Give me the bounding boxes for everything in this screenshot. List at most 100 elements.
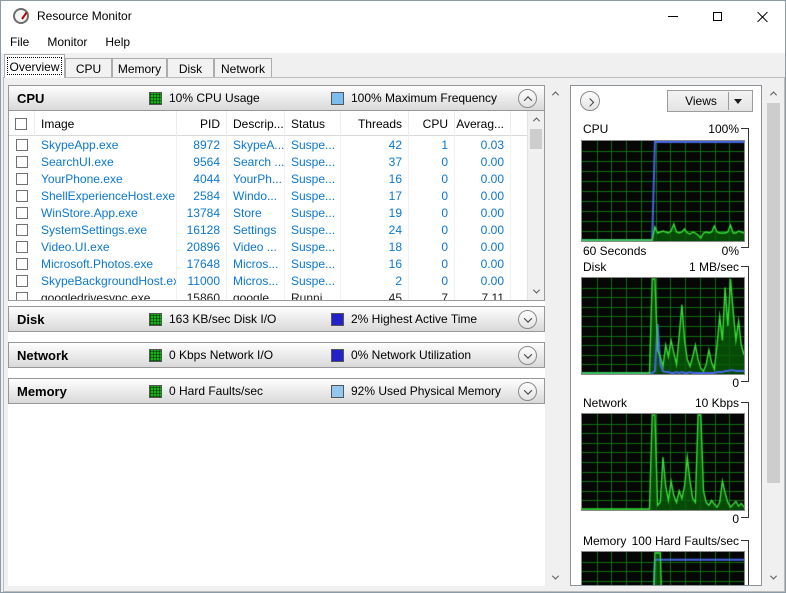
menu-bar: File Monitor Help	[1, 31, 785, 53]
table-row[interactable]: Video.UI.exe 20896 Video ... Suspe... 18 0 0.0…	[9, 238, 527, 255]
column-header-description[interactable]: Descrip...	[227, 111, 285, 136]
chevron-right-icon	[585, 98, 595, 107]
views-button[interactable]: Views	[667, 90, 753, 112]
column-header-cpu[interactable]: CPU	[409, 111, 455, 136]
network-chart-max-label: 10 Kbps	[694, 396, 739, 410]
table-row[interactable]: SkypeApp.exe 8972 SkypeA... Suspe... 42 1 0.03	[9, 136, 527, 153]
network-section-header[interactable]: Network 0 Kbps Network I/O 0% Network Ut…	[8, 342, 545, 368]
cell-image: SkypeBackgroundHost.exe	[35, 272, 177, 289]
column-header-status[interactable]: Status	[285, 111, 341, 136]
minimize-button[interactable]	[650, 1, 695, 31]
table-row[interactable]: ShellExperienceHost.exe 2584 Windo... Suspe…	[9, 187, 527, 204]
table-row[interactable]: WinStore.App.exe 13784 Store Suspe... 19 0 0.0…	[9, 204, 527, 221]
cpu-chart-title: CPU	[583, 122, 609, 136]
window-scrollbar-thumb[interactable]	[767, 103, 780, 483]
scroll-up-icon[interactable]	[765, 85, 782, 102]
row-checkbox[interactable]	[9, 170, 35, 187]
close-button[interactable]	[740, 1, 785, 31]
cell-status: Suspe...	[285, 238, 341, 255]
cell-cpu: 0	[409, 255, 455, 272]
disk-expand-button[interactable]	[518, 310, 537, 329]
minimize-icon	[667, 15, 678, 17]
row-checkbox[interactable]	[9, 153, 35, 170]
disk-section-title: Disk	[17, 311, 45, 327]
cell-status: Suspe...	[285, 187, 341, 204]
tab-disk[interactable]: Disk	[167, 58, 214, 78]
select-all-checkbox[interactable]	[9, 111, 35, 136]
title-bar[interactable]: Resource Monitor	[1, 1, 785, 31]
menu-file[interactable]: File	[1, 32, 38, 52]
cpu-collapse-button[interactable]	[518, 89, 537, 108]
tab-overview[interactable]: Overview	[4, 54, 65, 78]
network-io-swatch	[149, 348, 162, 362]
cpu-section-header[interactable]: CPU 10% CPU Usage 100% Maximum Frequency	[8, 85, 545, 111]
cell-average: 7.11	[455, 289, 511, 300]
menu-monitor[interactable]: Monitor	[38, 32, 96, 52]
row-checkbox[interactable]	[9, 272, 35, 289]
scroll-up-icon[interactable]	[528, 111, 544, 128]
table-row[interactable]: Microsoft.Photos.exe 17648 Micros... Suspe.…	[9, 255, 527, 272]
memory-chart-max-label: 100 Hard Faults/sec	[631, 534, 739, 548]
cpu-chart-max-label: 100%	[708, 122, 739, 136]
panel-toggle-button[interactable]	[580, 91, 600, 111]
views-dropdown[interactable]	[728, 92, 746, 110]
scroll-up-icon[interactable]	[547, 85, 564, 102]
tab-strip: Overview CPU Memory Disk Network	[1, 53, 785, 78]
table-row[interactable]: SearchUI.exe 9564 Search ... Suspe... 37 0 0.0…	[9, 153, 527, 170]
disk-chart	[581, 277, 745, 375]
scroll-down-icon[interactable]	[547, 569, 564, 586]
cpu-chart-min-label: 0%	[721, 244, 739, 258]
cpu-frequency-legend: 100% Maximum Frequency	[331, 91, 513, 105]
cell-threads: 24	[341, 221, 409, 238]
cell-description: Settings	[227, 221, 285, 238]
memory-used-swatch	[331, 384, 344, 398]
cell-status: Suspe...	[285, 153, 341, 170]
cell-pid: 13784	[177, 204, 227, 221]
tab-memory[interactable]: Memory	[112, 58, 167, 78]
table-scrollbar-thumb[interactable]	[530, 129, 542, 149]
cell-cpu: 0	[409, 153, 455, 170]
cpu-frequency-label: 100% Maximum Frequency	[351, 91, 498, 105]
memory-faults-swatch	[149, 384, 162, 398]
table-row[interactable]: YourPhone.exe 4044 YourPh... Suspe... 16 0 0.0…	[9, 170, 527, 187]
cell-image: SearchUI.exe	[35, 153, 177, 170]
left-pane-scrollbar[interactable]	[547, 85, 564, 586]
cell-threads: 42	[341, 136, 409, 153]
column-header-image[interactable]: Image	[35, 111, 177, 136]
maximize-button[interactable]	[695, 1, 740, 31]
row-checkbox[interactable]	[9, 255, 35, 272]
row-checkbox[interactable]	[9, 136, 35, 153]
memory-section-header[interactable]: Memory 0 Hard Faults/sec 92% Used Physic…	[8, 378, 545, 404]
cell-pid: 20896	[177, 238, 227, 255]
network-expand-button[interactable]	[518, 346, 537, 365]
cell-image: googledrivesync.exe	[35, 289, 177, 300]
window-scrollbar[interactable]	[765, 85, 782, 586]
table-row[interactable]: SkypeBackgroundHost.exe 11000 Micros... Sus…	[9, 272, 527, 289]
menu-help[interactable]: Help	[96, 32, 139, 52]
row-checkbox[interactable]	[9, 204, 35, 221]
cell-pid: 11000	[177, 272, 227, 289]
cpu-frequency-swatch	[331, 91, 344, 105]
disk-io-label: 163 KB/sec Disk I/O	[169, 312, 277, 326]
column-header-pid[interactable]: PID	[177, 111, 227, 136]
disk-section-header[interactable]: Disk 163 KB/sec Disk I/O 2% Highest Acti…	[8, 306, 545, 332]
cell-cpu: 7	[409, 289, 455, 300]
column-header-threads[interactable]: Threads	[341, 111, 409, 136]
tab-network[interactable]: Network	[214, 58, 272, 78]
table-row[interactable]: SystemSettings.exe 16128 Settings Suspe... 2…	[9, 221, 527, 238]
tab-cpu[interactable]: CPU	[65, 58, 112, 78]
table-scrollbar[interactable]	[527, 111, 544, 300]
row-checkbox[interactable]	[9, 187, 35, 204]
scroll-down-icon[interactable]	[765, 569, 782, 586]
row-checkbox[interactable]	[9, 289, 35, 300]
cell-image: Microsoft.Photos.exe	[35, 255, 177, 272]
memory-expand-button[interactable]	[518, 382, 537, 401]
memory-chart-title: Memory	[583, 534, 627, 548]
column-header-average[interactable]: Averag...	[455, 111, 511, 136]
scroll-down-icon[interactable]	[528, 283, 544, 300]
row-checkbox[interactable]	[9, 221, 35, 238]
app-icon	[13, 8, 29, 24]
row-checkbox[interactable]	[9, 238, 35, 255]
table-row[interactable]: googledrivesync.exe 15860 google... Runni..…	[9, 289, 527, 300]
cell-threads: 17	[341, 187, 409, 204]
